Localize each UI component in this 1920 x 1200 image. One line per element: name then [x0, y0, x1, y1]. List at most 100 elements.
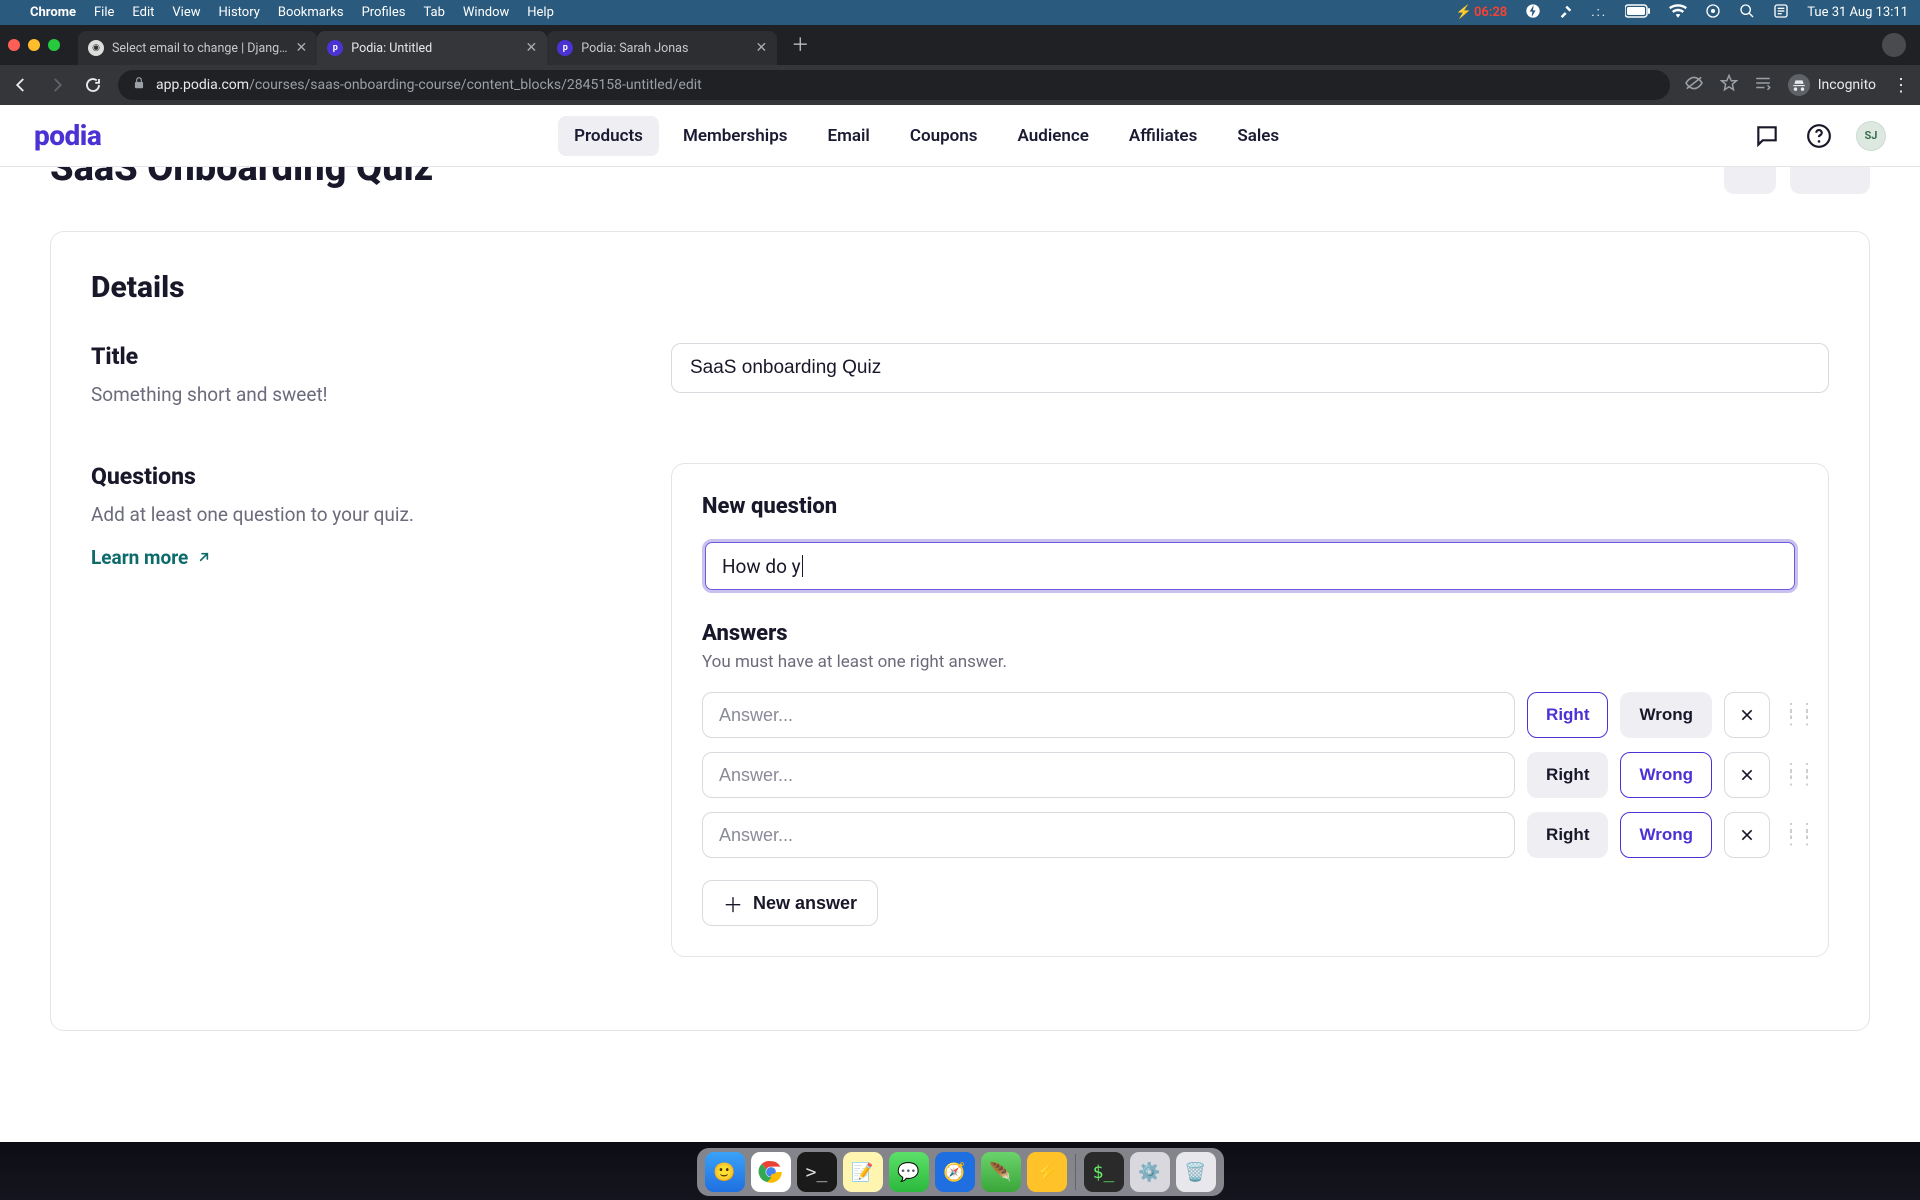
drag-handle-icon[interactable]: ⋮⋮⋮⋮ [1782, 827, 1798, 843]
mac-menu-view[interactable]: View [172, 5, 200, 20]
browser-tab[interactable]: p Podia: Sarah Jonas ✕ [547, 31, 777, 65]
tab-search-button[interactable] [1882, 33, 1906, 57]
lock-icon[interactable] [132, 76, 146, 94]
mac-menu-file[interactable]: File [94, 5, 114, 20]
messages-icon[interactable] [1752, 121, 1782, 151]
back-button[interactable] [10, 74, 32, 96]
nav-audience[interactable]: Audience [1002, 116, 1105, 156]
dock-robinhood[interactable]: 🪶 [981, 1152, 1021, 1192]
title-input[interactable] [671, 343, 1829, 393]
details-heading: Details [91, 270, 1829, 305]
menu-extra-dots-icon[interactable]: .:. [1591, 5, 1607, 20]
mac-dock: 🙂 >_ 📝 💬 🧭 🪶 ⚡ $_ ⚙️ 🗑️ [697, 1148, 1224, 1196]
incognito-indicator[interactable]: Incognito [1788, 74, 1876, 96]
question-card: New question How do y Answers You must h… [671, 463, 1829, 957]
right-toggle[interactable]: Right [1527, 812, 1608, 858]
wrong-toggle[interactable]: Wrong [1620, 812, 1712, 858]
wrong-toggle[interactable]: Wrong [1620, 692, 1712, 738]
window-minimize-button[interactable] [28, 39, 40, 51]
battery-icon[interactable] [1625, 4, 1651, 22]
menu-extra-bolt-icon[interactable] [1525, 3, 1541, 23]
close-icon [1739, 827, 1755, 843]
drag-handle-icon[interactable]: ⋮⋮⋮⋮ [1782, 707, 1798, 723]
window-close-button[interactable] [8, 39, 20, 51]
dock-notes[interactable]: 📝 [843, 1152, 883, 1192]
dock-settings[interactable]: ⚙️ [1130, 1152, 1170, 1192]
reload-button[interactable] [82, 74, 104, 96]
forward-button[interactable] [46, 74, 68, 96]
spotlight-icon[interactable] [1739, 3, 1755, 23]
title-hint: Something short and sweet! [91, 380, 611, 409]
drag-handle-icon[interactable]: ⋮⋮⋮⋮ [1782, 767, 1798, 783]
close-icon [1739, 767, 1755, 783]
address-bar[interactable]: app.podia.com/courses/saas-onboarding-co… [118, 70, 1670, 100]
answer-input[interactable] [702, 812, 1515, 858]
new-tab-button[interactable]: ＋ [777, 31, 821, 65]
right-toggle[interactable]: Right [1527, 752, 1608, 798]
app-header: podia Products Memberships Email Coupons… [0, 105, 1920, 167]
tab-title: Podia: Untitled [351, 41, 517, 56]
dock-chrome[interactable] [751, 1152, 791, 1192]
mac-clock[interactable]: Tue 31 Aug 13:11 [1807, 5, 1908, 20]
questions-label: Questions [91, 463, 611, 490]
mac-menu-help[interactable]: Help [527, 5, 554, 20]
battery-charging-indicator[interactable]: ⚡06:28 [1456, 5, 1507, 20]
mac-menu-bookmarks[interactable]: Bookmarks [278, 5, 344, 20]
nav-memberships[interactable]: Memberships [667, 116, 804, 156]
page-action-secondary[interactable] [1724, 167, 1776, 194]
mac-menu-edit[interactable]: Edit [132, 5, 154, 20]
help-icon[interactable] [1804, 121, 1834, 151]
tab-title: Select email to change | Djang… [112, 41, 288, 56]
dock-safari[interactable]: 🧭 [935, 1152, 975, 1192]
answer-row: Right Wrong ⋮⋮⋮⋮ [702, 812, 1798, 858]
dock-iterm[interactable]: $_ [1084, 1152, 1124, 1192]
dock-activity[interactable]: ⚡ [1027, 1152, 1067, 1192]
done-button[interactable] [1790, 167, 1870, 194]
globe-icon: ◉ [88, 40, 104, 56]
hide-extension-icon[interactable] [1684, 75, 1704, 95]
window-zoom-button[interactable] [48, 39, 60, 51]
notification-center-icon[interactable] [1773, 3, 1789, 23]
tab-close-icon[interactable]: ✕ [526, 40, 538, 56]
new-answer-label: New answer [753, 893, 857, 914]
dock-trash[interactable]: 🗑️ [1176, 1152, 1216, 1192]
dock-terminal[interactable]: >_ [797, 1152, 837, 1192]
menu-extra-hammer-icon[interactable] [1559, 4, 1573, 22]
bookmark-star-icon[interactable] [1720, 74, 1738, 96]
nav-email[interactable]: Email [812, 116, 886, 156]
answer-input[interactable] [702, 752, 1515, 798]
podia-logo[interactable]: podia [34, 119, 101, 152]
browser-tab[interactable]: ◉ Select email to change | Djang… ✕ [78, 31, 317, 65]
nav-coupons[interactable]: Coupons [894, 116, 994, 156]
browser-tab-active[interactable]: p Podia: Untitled ✕ [317, 31, 547, 65]
mac-active-app[interactable]: Chrome [30, 5, 76, 20]
delete-answer-button[interactable] [1724, 692, 1770, 738]
delete-answer-button[interactable] [1724, 812, 1770, 858]
question-input[interactable]: How do y [705, 542, 1795, 590]
mac-menu-tab[interactable]: Tab [423, 5, 444, 20]
tab-close-icon[interactable]: ✕ [296, 40, 308, 56]
delete-answer-button[interactable] [1724, 752, 1770, 798]
nav-products[interactable]: Products [558, 116, 659, 156]
mac-menu-history[interactable]: History [219, 5, 260, 20]
mac-menu-profiles[interactable]: Profiles [362, 5, 406, 20]
nav-sales[interactable]: Sales [1221, 116, 1295, 156]
learn-more-link[interactable]: Learn more [91, 546, 212, 569]
answer-row: Right Wrong ⋮⋮⋮⋮ [702, 752, 1798, 798]
wifi-icon[interactable] [1669, 4, 1687, 22]
wrong-toggle[interactable]: Wrong [1620, 752, 1712, 798]
dock-messages[interactable]: 💬 [889, 1152, 929, 1192]
new-answer-button[interactable]: ＋ New answer [702, 880, 878, 926]
mac-menu-window[interactable]: Window [463, 5, 509, 20]
control-center-icon[interactable] [1705, 3, 1721, 23]
right-toggle[interactable]: Right [1527, 692, 1608, 738]
user-avatar[interactable]: SJ [1856, 121, 1886, 151]
nav-affiliates[interactable]: Affiliates [1113, 116, 1213, 156]
chrome-menu-button[interactable]: ⋮ [1892, 75, 1910, 96]
dock-finder[interactable]: 🙂 [705, 1152, 745, 1192]
learn-more-label: Learn more [91, 546, 188, 569]
answer-input[interactable] [702, 692, 1515, 738]
window-controls [8, 39, 60, 65]
reading-list-icon[interactable] [1754, 75, 1772, 95]
tab-close-icon[interactable]: ✕ [756, 40, 768, 56]
